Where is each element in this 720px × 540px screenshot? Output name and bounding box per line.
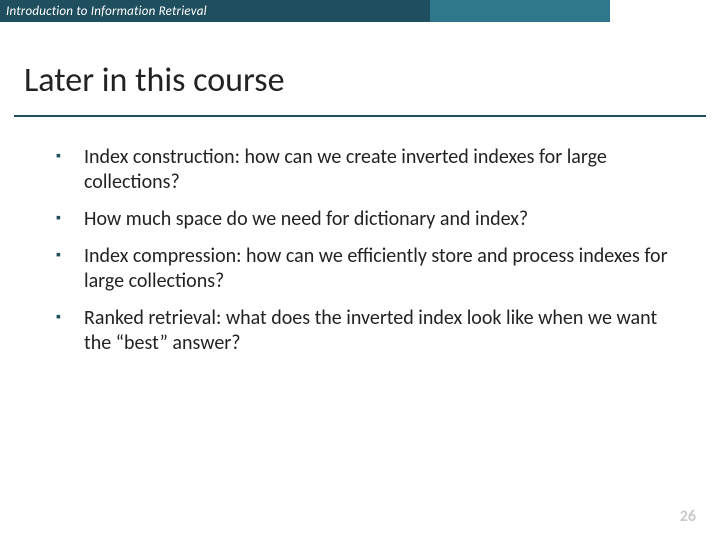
top-bar-spacer xyxy=(610,0,720,22)
course-title: Introduction to Information Retrieval xyxy=(6,4,207,19)
list-item: How much space do we need for dictionary… xyxy=(56,207,672,232)
list-item: Index construction: how can we create in… xyxy=(56,145,672,195)
top-bar: Introduction to Information Retrieval xyxy=(0,0,720,22)
bullet-list: Index construction: how can we create in… xyxy=(56,145,672,356)
list-item: Ranked retrieval: what does the inverted… xyxy=(56,306,672,356)
top-bar-accent xyxy=(430,0,610,22)
slide-title: Later in this course xyxy=(24,60,696,101)
list-item: Index compression: how can we efficientl… xyxy=(56,244,672,294)
slide: Introduction to Information Retrieval La… xyxy=(0,0,720,540)
page-number: 26 xyxy=(680,507,696,526)
top-bar-title-block: Introduction to Information Retrieval xyxy=(0,0,430,22)
body-area: Index construction: how can we create in… xyxy=(0,117,720,356)
title-area: Later in this course xyxy=(0,22,720,109)
